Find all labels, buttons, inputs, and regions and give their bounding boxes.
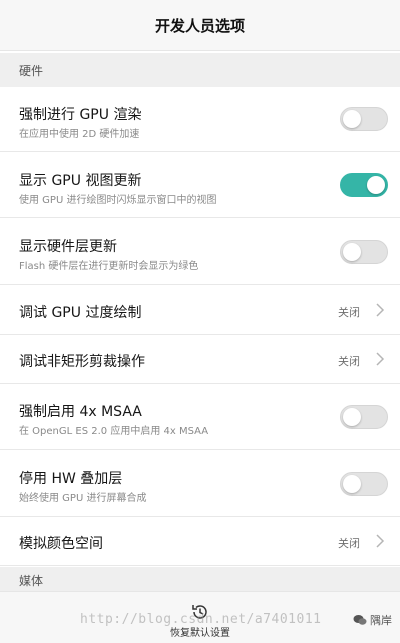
- section-header-media: 媒体: [0, 567, 400, 593]
- setting-disable-hw-overlays[interactable]: 停用 HW 叠加层 始终使用 GPU 进行屏幕合成: [0, 451, 400, 517]
- section-label: 硬件: [19, 63, 44, 78]
- toggle-knob: [343, 408, 361, 426]
- setting-label: 显示 GPU 视图更新: [19, 173, 142, 189]
- toggle-knob: [343, 110, 361, 128]
- setting-label: 强制进行 GPU 渲染: [19, 107, 142, 123]
- page-title: 开发人员选项: [154, 16, 245, 35]
- setting-value: 关闭: [338, 537, 360, 550]
- setting-description: 始终使用 GPU 进行屏幕合成: [19, 493, 147, 504]
- toggle-knob: [343, 475, 361, 493]
- setting-label: 调试 GPU 过度绘制: [19, 305, 142, 321]
- watermark-logo: 隅岸: [353, 612, 392, 628]
- setting-description: Flash 硬件层在进行更新时会显示为绿色: [19, 261, 199, 272]
- setting-label: 调试非矩形剪裁操作: [19, 354, 145, 370]
- setting-value: 关闭: [338, 355, 360, 368]
- disable-hw-overlays-toggle[interactable]: [340, 472, 388, 496]
- setting-force-4x-msaa[interactable]: 强制启用 4x MSAA 在 OpenGL ES 2.0 应用中启用 4x MS…: [0, 385, 400, 450]
- chevron-right-icon: [376, 534, 385, 548]
- setting-force-gpu-rendering[interactable]: 强制进行 GPU 渲染 在应用中使用 2D 硬件加速: [0, 87, 400, 152]
- setting-debug-non-rect-clip[interactable]: 调试非矩形剪裁操作 关闭: [0, 336, 400, 384]
- section-header-hardware: 硬件: [0, 53, 400, 87]
- toggle-knob: [343, 243, 361, 261]
- title-bar: 开发人员选项: [0, 0, 400, 51]
- setting-debug-gpu-overdraw[interactable]: 调试 GPU 过度绘制 关闭: [0, 286, 400, 335]
- force-4x-msaa-toggle[interactable]: [340, 405, 388, 429]
- watermark-url: http://blog.csdn.net/a7401011: [80, 612, 322, 627]
- setting-show-hw-layer-updates[interactable]: 显示硬件层更新 Flash 硬件层在进行更新时会显示为绿色: [0, 219, 400, 285]
- watermark-brand: 隅岸: [370, 614, 392, 627]
- show-hw-layer-updates-toggle[interactable]: [340, 240, 388, 264]
- setting-label: 强制启用 4x MSAA: [19, 404, 142, 420]
- setting-description: 在 OpenGL ES 2.0 应用中启用 4x MSAA: [19, 426, 209, 437]
- force-gpu-rendering-toggle[interactable]: [340, 107, 388, 131]
- setting-show-gpu-view-updates[interactable]: 显示 GPU 视图更新 使用 GPU 进行绘图时闪烁显示窗口中的视图: [0, 153, 400, 218]
- setting-label: 停用 HW 叠加层: [19, 471, 123, 487]
- setting-value: 关闭: [338, 306, 360, 319]
- section-label: 媒体: [19, 573, 44, 588]
- chevron-right-icon: [376, 352, 385, 366]
- wechat-icon: [353, 615, 367, 625]
- developer-options-screen: 开发人员选项 硬件 强制进行 GPU 渲染 在应用中使用 2D 硬件加速 显示 …: [0, 0, 400, 643]
- setting-simulate-color-space[interactable]: 模拟颜色空间 关闭: [0, 518, 400, 566]
- setting-label: 显示硬件层更新: [19, 239, 117, 255]
- setting-label: 模拟颜色空间: [19, 536, 103, 552]
- setting-description: 在应用中使用 2D 硬件加速: [19, 129, 140, 140]
- show-gpu-view-updates-toggle[interactable]: [340, 173, 388, 197]
- setting-description: 使用 GPU 进行绘图时闪烁显示窗口中的视图: [19, 195, 217, 206]
- toggle-knob: [367, 176, 385, 194]
- chevron-right-icon: [376, 303, 385, 317]
